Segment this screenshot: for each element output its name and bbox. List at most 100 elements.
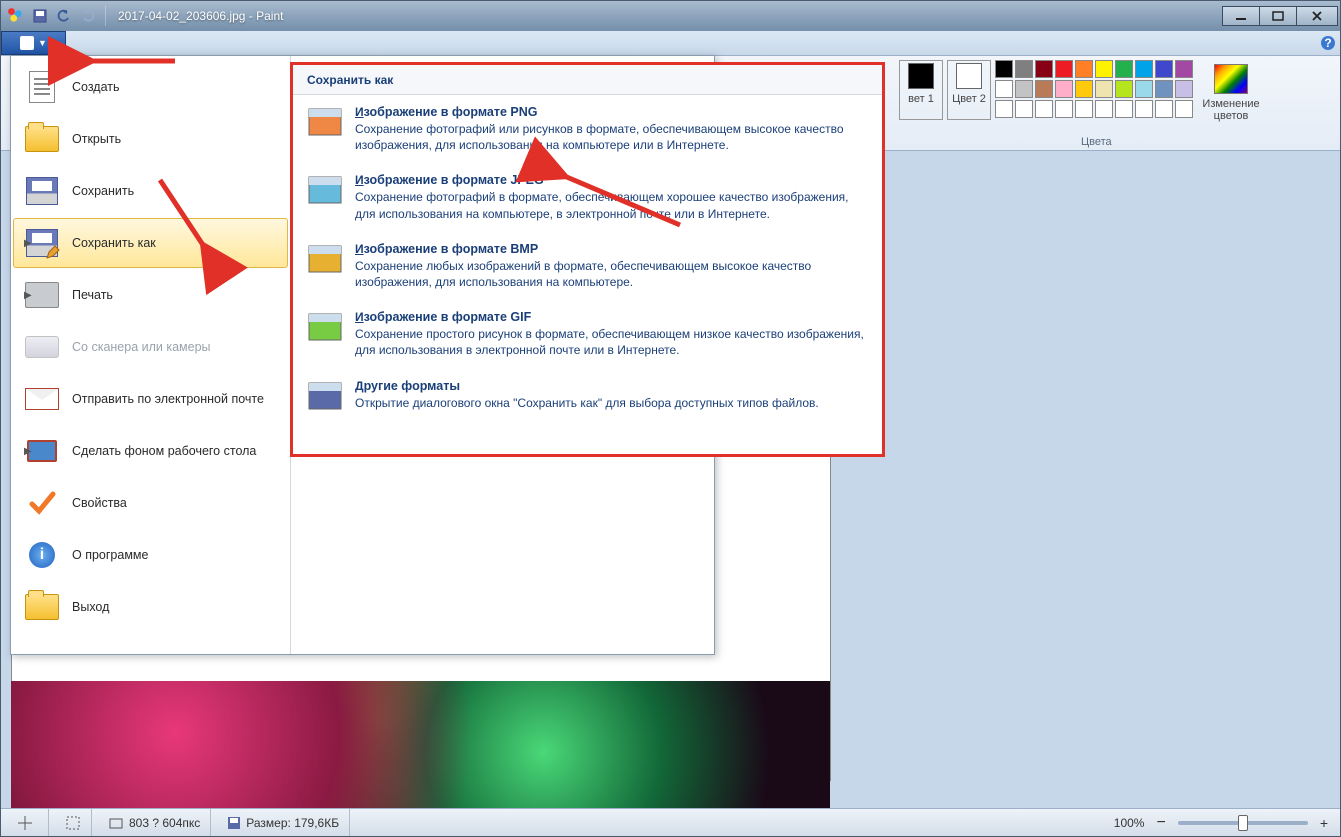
paint-app-icon [7, 7, 25, 25]
save-icon [227, 816, 241, 830]
color-swatch[interactable] [1055, 80, 1073, 98]
chevron-right-icon: ▶ [24, 290, 32, 301]
color-swatch[interactable] [1175, 80, 1193, 98]
window-title: 2017-04-02_203606.jpg - Paint [118, 9, 283, 23]
color-swatch[interactable] [1015, 60, 1033, 78]
close-button[interactable] [1296, 6, 1338, 26]
check-icon [24, 485, 60, 521]
file-menu-left-column: СоздатьОткрытьСохранитьСохранить как▶Печ… [11, 56, 291, 654]
qat-undo-button[interactable] [53, 5, 75, 27]
help-button[interactable]: ? [1316, 31, 1340, 55]
image-content [11, 681, 830, 808]
zoom-slider[interactable] [1178, 821, 1308, 825]
chevron-down-icon: ▼ [38, 38, 47, 48]
color-swatch[interactable] [1095, 100, 1113, 118]
file-doc-icon [20, 36, 34, 50]
color1-swatch [908, 63, 934, 89]
color2-button[interactable]: Цвет 2 [947, 60, 991, 120]
qat-save-button[interactable] [29, 5, 51, 27]
titlebar: 2017-04-02_203606.jpg - Paint [1, 1, 1340, 31]
zoom-out-button[interactable]: − [1150, 814, 1171, 832]
annotation-arrow-2 [150, 170, 220, 263]
save-as-option-2[interactable]: Изображение в формате BMPСохранение любы… [293, 232, 882, 300]
save-as-panel: Сохранить как Изображение в формате PNGС… [290, 62, 885, 457]
menu-item-label: Открыть [72, 132, 277, 146]
color-swatch[interactable] [1035, 100, 1053, 118]
chevron-right-icon: ▶ [24, 238, 32, 249]
color-swatch[interactable] [1015, 100, 1033, 118]
menu-item-label: Со сканера или камеры [72, 340, 277, 354]
color1-label: вет 1 [908, 93, 934, 105]
file-menu-item-8[interactable]: Свойства [13, 478, 288, 528]
color-swatch[interactable] [1115, 60, 1133, 78]
file-menu-item-10[interactable]: Выход [13, 582, 288, 632]
color-swatch[interactable] [1135, 80, 1153, 98]
format-icon [307, 173, 343, 209]
status-bar: 803 ? 604пкс Размер: 179,6КБ 100% − + [1, 808, 1340, 836]
color-swatch[interactable] [1075, 100, 1093, 118]
zoom-value: 100% [1114, 816, 1145, 830]
file-menu-item-7[interactable]: Сделать фоном рабочего стола▶ [13, 426, 288, 476]
colors-group-label: Цвета [1081, 136, 1112, 148]
menu-item-label: Выход [72, 600, 277, 614]
format-icon [307, 379, 343, 415]
rainbow-icon [1214, 64, 1248, 94]
color-swatch[interactable] [1055, 60, 1073, 78]
window-buttons [1223, 6, 1338, 26]
save-as-option-0[interactable]: Изображение в формате PNGСохранение фото… [293, 95, 882, 163]
color-swatch[interactable] [1015, 80, 1033, 98]
file-menu-item-4[interactable]: Печать▶ [13, 270, 288, 320]
color-swatch[interactable] [1095, 60, 1113, 78]
zoom-thumb[interactable] [1238, 815, 1248, 831]
color1-button[interactable]: вет 1 [899, 60, 943, 120]
edit-colors-button[interactable]: Изменение цветов [1203, 60, 1259, 122]
color-swatch[interactable] [1175, 100, 1193, 118]
dimensions-section: 803 ? 604пкс [98, 809, 211, 836]
save-icon [24, 173, 60, 209]
minimize-button[interactable] [1222, 6, 1260, 26]
file-menu-item-5: Со сканера или камеры [13, 322, 288, 372]
color-swatch[interactable] [1155, 60, 1173, 78]
file-menu-button[interactable]: ▼ [1, 31, 66, 55]
color-swatch[interactable] [1035, 80, 1053, 98]
qat-redo-button[interactable] [77, 5, 99, 27]
annotation-arrow-3 [550, 165, 690, 238]
color-swatch[interactable] [1155, 80, 1173, 98]
mail-icon [24, 381, 60, 417]
crosshair-icon [17, 815, 33, 831]
color-swatch[interactable] [995, 80, 1013, 98]
color-swatch[interactable] [1075, 60, 1093, 78]
save-as-option-3[interactable]: Изображение в формате GIFСохранение прос… [293, 300, 882, 368]
format-icon [307, 310, 343, 346]
color-swatch[interactable] [1075, 80, 1093, 98]
color-swatch[interactable] [1155, 100, 1173, 118]
selection-icon [65, 815, 81, 831]
filesize-text: Размер: 179,6КБ [246, 816, 339, 830]
file-menu-item-6[interactable]: Отправить по электронной почте [13, 374, 288, 424]
ribbon-tabs: ▼ ? [1, 31, 1340, 56]
color-swatch[interactable] [1115, 100, 1133, 118]
file-menu-item-9[interactable]: iО программе [13, 530, 288, 580]
color-swatch[interactable] [1095, 80, 1113, 98]
dimensions-text: 803 ? 604пкс [129, 816, 200, 830]
save-as-option-4[interactable]: Другие форматыОткрытие диалогового окна … [293, 369, 882, 425]
svg-text:?: ? [1324, 36, 1331, 50]
color-swatch[interactable] [995, 60, 1013, 78]
color-swatch[interactable] [1055, 100, 1073, 118]
folder-icon [24, 121, 60, 157]
option-desc: Открытие диалогового окна "Сохранить как… [355, 395, 819, 411]
color-swatch[interactable] [1115, 80, 1133, 98]
option-title: Изображение в формате GIF [355, 310, 868, 324]
menu-item-label: Отправить по электронной почте [72, 392, 277, 406]
zoom-in-button[interactable]: + [1314, 815, 1334, 831]
file-menu-item-1[interactable]: Открыть [13, 114, 288, 164]
option-desc: Сохранение фотографий или рисунков в фор… [355, 121, 868, 153]
folder-icon [24, 589, 60, 625]
colors-group: вет 1 Цвет 2 Изменение цветов [891, 56, 1267, 150]
color-swatch[interactable] [1135, 60, 1153, 78]
color-swatch[interactable] [995, 100, 1013, 118]
maximize-button[interactable] [1259, 6, 1297, 26]
color-swatch[interactable] [1175, 60, 1193, 78]
color-swatch[interactable] [1035, 60, 1053, 78]
color-swatch[interactable] [1135, 100, 1153, 118]
